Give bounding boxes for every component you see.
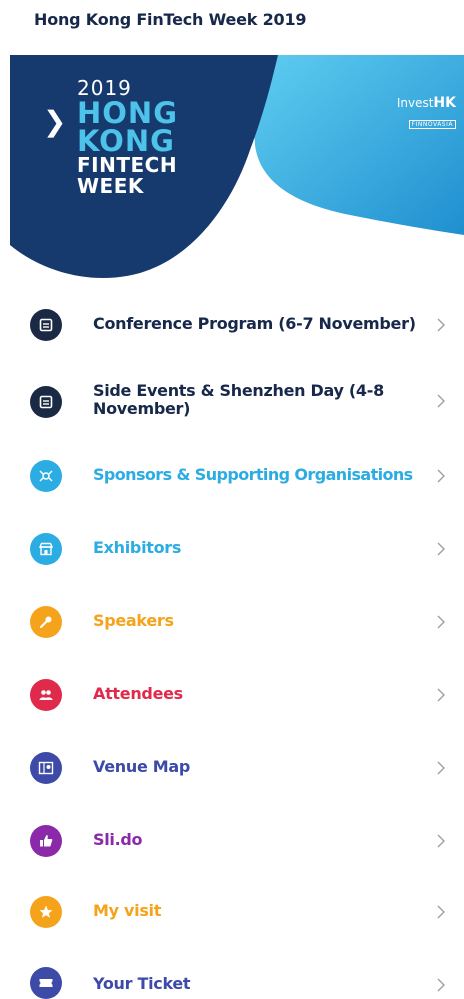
calendar-icon xyxy=(30,386,62,418)
chevron-right-icon xyxy=(437,978,445,992)
chevron-right-icon xyxy=(437,469,445,483)
calendar-icon xyxy=(30,309,62,341)
banner-kong: KONG xyxy=(77,124,175,158)
finnovasia-badge: FINNOVASIA xyxy=(408,120,456,129)
menu-item-label: Speakers xyxy=(93,611,174,630)
menu-item-label: Exhibitors xyxy=(93,538,182,557)
menu-item-my-visit[interactable]: My visit xyxy=(0,882,464,942)
chevron-right-icon xyxy=(437,542,445,556)
investhk-logo: InvestHK FINNOVASIA xyxy=(397,95,456,130)
menu-item-your-ticket[interactable]: Your Ticket xyxy=(0,953,464,999)
chevron-right-icon xyxy=(437,318,445,332)
people-icon xyxy=(30,679,62,711)
menu-item-venue-map[interactable]: Venue Map xyxy=(0,738,464,798)
chevron-right-icon xyxy=(437,688,445,702)
menu-item-label: Your Ticket xyxy=(93,974,191,993)
menu-item-label: Sli.do xyxy=(93,830,143,849)
investhk-suffix: HK xyxy=(433,95,456,111)
chevron-right-icon xyxy=(437,394,445,408)
banner-hong: HONG xyxy=(77,96,178,130)
chevron-right-icon xyxy=(437,615,445,629)
menu-item-label: Sponsors & Supporting Organisations xyxy=(93,465,413,484)
chevron-right-icon: ❯ xyxy=(43,105,67,138)
chevron-right-icon xyxy=(437,761,445,775)
app-title: Hong Kong FinTech Week 2019 xyxy=(34,10,307,29)
ticket-icon xyxy=(30,967,62,999)
menu-item-sponsors[interactable]: Sponsors & Supporting Organisations xyxy=(0,446,464,506)
handshake-icon xyxy=(30,460,62,492)
chevron-right-icon xyxy=(437,834,445,848)
microphone-icon xyxy=(30,606,62,638)
chevron-right-icon xyxy=(437,905,445,919)
menu-item-exhibitors[interactable]: Exhibitors xyxy=(0,519,464,579)
menu-item-attendees[interactable]: Attendees xyxy=(0,665,464,725)
investhk-prefix: Invest xyxy=(396,96,434,110)
menu-item-label: Side Events & Shenzhen Day (4-8 November… xyxy=(93,381,384,418)
banner-fintech: FINTECH xyxy=(77,153,178,177)
star-icon xyxy=(30,896,62,928)
thumbs-up-icon xyxy=(30,825,62,857)
menu-item-side-events[interactable]: Side Events & Shenzhen Day (4-8 November… xyxy=(0,370,464,434)
menu-item-label: Venue Map xyxy=(93,757,191,776)
menu-item-speakers[interactable]: Speakers xyxy=(0,592,464,652)
banner-wordmark: ❯ 2019 HONG KONG FINTECH WEEK xyxy=(43,77,178,198)
banner-week: WEEK xyxy=(77,174,144,198)
menu-item-conference-program[interactable]: Conference Program (6-7 November) xyxy=(0,295,464,355)
menu-item-label: Attendees xyxy=(93,684,183,703)
menu-item-label: My visit xyxy=(93,901,162,920)
menu-item-slido[interactable]: Sli.do xyxy=(0,811,464,871)
menu-item-label: Conference Program (6-7 November) xyxy=(93,314,416,333)
store-icon xyxy=(30,533,62,565)
event-banner: ❯ 2019 HONG KONG FINTECH WEEK InvestHK F… xyxy=(10,55,464,280)
map-icon xyxy=(30,752,62,784)
